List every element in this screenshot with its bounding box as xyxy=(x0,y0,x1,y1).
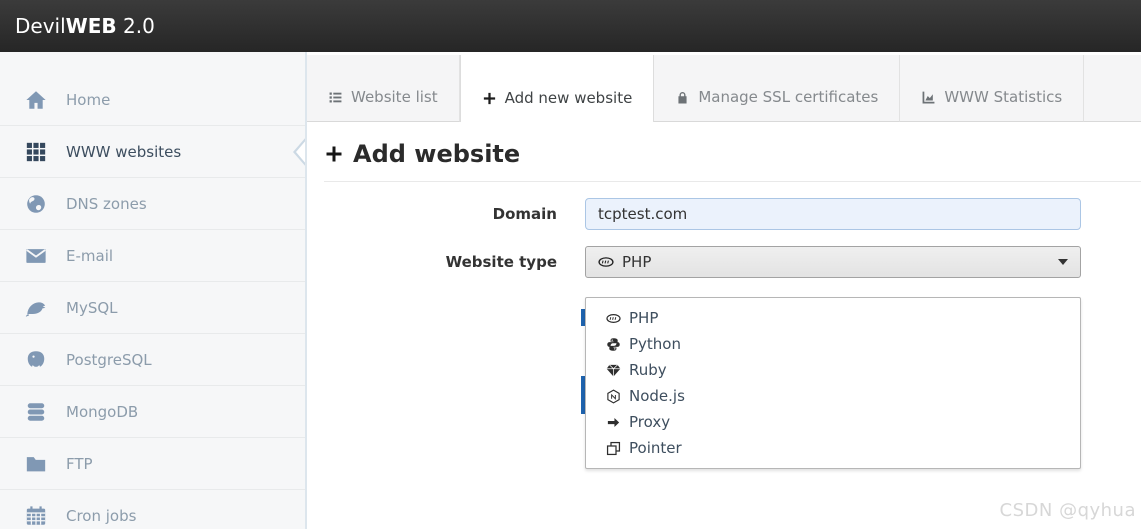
website-type-select[interactable]: PHP xyxy=(585,246,1081,278)
tab-label: Add new website xyxy=(505,89,633,107)
sidebar-item-dns-zones[interactable]: DNS zones xyxy=(0,178,305,230)
brand-normal: Devil xyxy=(15,14,66,38)
sidebar-item-label: Home xyxy=(66,91,110,109)
option-pointer[interactable]: Pointer xyxy=(586,435,1080,461)
lock-icon xyxy=(675,90,690,105)
page-title-text: Add website xyxy=(353,140,520,168)
sidebar-item-label: Cron jobs xyxy=(66,507,136,525)
app-title: DevilWEB 2.0 xyxy=(15,14,155,38)
globe-icon xyxy=(25,193,47,215)
tab-label: WWW Statistics xyxy=(944,88,1062,106)
domain-input[interactable] xyxy=(585,198,1081,230)
tab-manage-ssl-certificates[interactable]: Manage SSL certificates xyxy=(654,55,900,122)
sidebar-item-email[interactable]: E-mail xyxy=(0,230,305,282)
sidebar-item-cron-jobs[interactable]: Cron jobs xyxy=(0,490,305,529)
ruby-icon xyxy=(606,363,621,378)
mysql-dolphin-icon xyxy=(25,297,47,319)
nodejs-icon xyxy=(606,389,621,404)
grid-icon xyxy=(25,141,47,163)
plus-icon xyxy=(324,144,344,164)
option-label: Ruby xyxy=(629,361,667,379)
sidebar-item-www-websites[interactable]: WWW websites xyxy=(0,126,305,178)
sidebar-item-label: FTP xyxy=(66,455,93,473)
tab-label: Manage SSL certificates xyxy=(698,88,878,106)
brand-bold: WEB xyxy=(66,14,117,38)
database-icon xyxy=(25,401,47,423)
tab-bar: Website list Add new website Manage SSL … xyxy=(307,55,1141,122)
sidebar-item-label: MySQL xyxy=(66,299,118,317)
option-nodejs[interactable]: Node.js xyxy=(586,383,1080,409)
website-type-row: Website type PHP xyxy=(307,246,1141,278)
main-content: Website list Add new website Manage SSL … xyxy=(307,52,1141,529)
app-body: Home WWW websites DNS zones E-mail MySQL xyxy=(0,52,1141,529)
watermark: CSDN @qyhua xyxy=(1000,500,1136,521)
sidebar-item-label: DNS zones xyxy=(66,195,147,213)
option-label: Proxy xyxy=(629,413,670,431)
list-icon xyxy=(328,90,343,105)
arrow-right-icon xyxy=(606,415,621,430)
add-website-form: Domain Website type PHP xyxy=(307,198,1141,278)
tab-bar-filler xyxy=(1084,55,1141,122)
domain-label: Domain xyxy=(307,205,557,223)
tab-add-new-website[interactable]: Add new website xyxy=(460,55,655,122)
option-ruby[interactable]: Ruby xyxy=(586,357,1080,383)
sidebar-item-postgresql[interactable]: PostgreSQL xyxy=(0,334,305,386)
sidebar-item-label: E-mail xyxy=(66,247,113,265)
option-label: Pointer xyxy=(629,439,682,457)
sidebar: Home WWW websites DNS zones E-mail MySQL xyxy=(0,52,307,529)
folder-icon xyxy=(25,453,47,475)
website-type-dropdown: PHP Python Ruby xyxy=(585,297,1081,469)
chevron-down-icon xyxy=(1058,259,1068,265)
sidebar-item-mongodb[interactable]: MongoDB xyxy=(0,386,305,438)
app-header: DevilWEB 2.0 xyxy=(0,0,1141,52)
calendar-icon xyxy=(25,505,47,527)
option-proxy[interactable]: Proxy xyxy=(586,409,1080,435)
selected-option-label: PHP xyxy=(622,253,651,271)
area-chart-icon xyxy=(921,90,936,105)
postgresql-elephant-icon xyxy=(25,349,47,371)
plus-icon xyxy=(482,91,497,106)
sidebar-item-label: WWW websites xyxy=(66,143,181,161)
website-type-label: Website type xyxy=(307,253,557,271)
tab-website-list[interactable]: Website list xyxy=(307,55,460,122)
domain-row: Domain xyxy=(307,198,1141,230)
copy-icon xyxy=(606,441,621,456)
php-icon xyxy=(598,254,614,270)
option-python[interactable]: Python xyxy=(586,331,1080,357)
sidebar-item-home[interactable]: Home xyxy=(0,74,305,126)
sidebar-item-label: PostgreSQL xyxy=(66,351,152,369)
sidebar-item-label: MongoDB xyxy=(66,403,138,421)
tab-www-statistics[interactable]: WWW Statistics xyxy=(900,55,1084,122)
option-label: PHP xyxy=(629,309,658,327)
option-php[interactable]: PHP xyxy=(586,305,1080,331)
home-icon xyxy=(25,89,47,111)
brand-version: 2.0 xyxy=(123,14,155,38)
envelope-icon xyxy=(25,245,47,267)
page-title: Add website xyxy=(324,140,1141,182)
python-icon xyxy=(606,337,621,352)
sidebar-item-mysql[interactable]: MySQL xyxy=(0,282,305,334)
option-label: Python xyxy=(629,335,681,353)
php-icon xyxy=(606,311,621,326)
tab-label: Website list xyxy=(351,88,438,106)
option-label: Node.js xyxy=(629,387,685,405)
sidebar-item-ftp[interactable]: FTP xyxy=(0,438,305,490)
